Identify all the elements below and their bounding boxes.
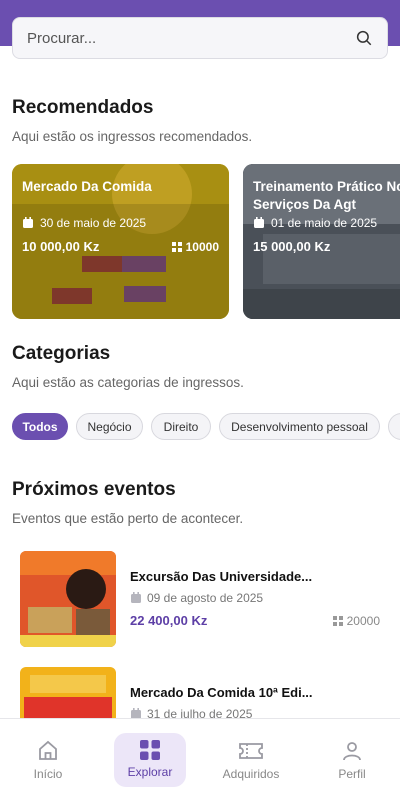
search-bar[interactable] (12, 17, 388, 59)
event-date: 09 de agosto de 2025 (147, 591, 264, 605)
card-title: Mercado Da Comida (22, 179, 152, 194)
chip-desenvolvimento-pessoal[interactable]: Desenvolvimento pessoal (219, 413, 380, 440)
upcoming-subtitle: Eventos que estão perto de acontecer. (12, 511, 244, 526)
chip-direito[interactable]: Direito (151, 413, 211, 440)
nav-item-perfil[interactable]: Perfil (316, 733, 388, 787)
search-input[interactable] (27, 29, 355, 47)
event-quantity-row: 20000 (332, 614, 380, 628)
card-date: 30 de maio de 2025 (40, 216, 147, 230)
nav-label: Explorar (127, 765, 173, 779)
card-date: 01 de maio de 2025 (271, 216, 378, 230)
search-icon[interactable] (355, 29, 373, 47)
grid-icon (140, 740, 160, 760)
card-title: Treinamento Prático Nos Serviços Da Agt (253, 179, 400, 212)
event-list-item[interactable]: Excursão Das Universidade... 09 de agost… (20, 551, 388, 647)
nav-item-adquiridos[interactable]: Adquiridos (215, 733, 287, 787)
chip-todos[interactable]: Todos (12, 413, 68, 440)
user-icon (343, 742, 361, 761)
upcoming-title: Próximos eventos (12, 479, 176, 500)
recommended-card[interactable]: Treinamento Prático Nos Serviços Da Agt … (243, 164, 400, 319)
nav-label: Início (33, 767, 63, 781)
categories-title: Categorias (12, 343, 111, 364)
recommended-card[interactable]: Mercado Da Comida 30 de maio de 2025 10 … (12, 164, 229, 319)
card-date-row: 30 de maio de 2025 (22, 216, 146, 230)
recommended-subtitle: Aqui estão os ingressos recomendados. (12, 129, 253, 144)
chip-negocio[interactable]: Negócio (76, 413, 143, 440)
calendar-icon (131, 592, 141, 603)
event-poster-image (20, 551, 116, 647)
event-date-row: 09 de agosto de 2025 (130, 591, 263, 605)
grid-icon (332, 616, 343, 626)
card-price: 15 000,00 Kz (253, 239, 331, 254)
event-price: 22 400,00 Kz (130, 613, 208, 628)
calendar-icon (254, 217, 264, 228)
category-chips[interactable]: Todos Negócio Direito Desenvolvimento pe… (12, 413, 400, 441)
event-quantity: 20000 (346, 614, 380, 628)
categories-subtitle: Aqui estão as categorias de ingressos. (12, 375, 244, 390)
nav-label: Adquiridos (222, 767, 280, 781)
nav-label: Perfil (338, 767, 366, 781)
recommended-carousel[interactable]: Mercado Da Comida 30 de maio de 2025 10 … (12, 164, 400, 319)
card-quantity-row: 10000 (171, 240, 219, 254)
recommended-title: Recomendados (12, 97, 154, 118)
event-title: Excursão Das Universidade... (130, 569, 313, 584)
bottom-navigation: Início Explorar Adquiridos Perfil (0, 718, 400, 800)
nav-item-inicio[interactable]: Início (12, 733, 84, 787)
grid-icon (171, 242, 182, 252)
calendar-icon (23, 217, 33, 228)
chip-more[interactable] (388, 413, 400, 440)
card-quantity: 10000 (185, 240, 219, 254)
card-price: 10 000,00 Kz (22, 239, 100, 254)
nav-item-explorar[interactable]: Explorar (114, 733, 186, 787)
event-thumbnail (20, 551, 116, 647)
home-icon (39, 740, 57, 760)
ticket-icon (239, 743, 263, 759)
card-date-row: 01 de maio de 2025 (253, 216, 377, 230)
event-title: Mercado Da Comida 10ª Edi... (130, 685, 313, 700)
